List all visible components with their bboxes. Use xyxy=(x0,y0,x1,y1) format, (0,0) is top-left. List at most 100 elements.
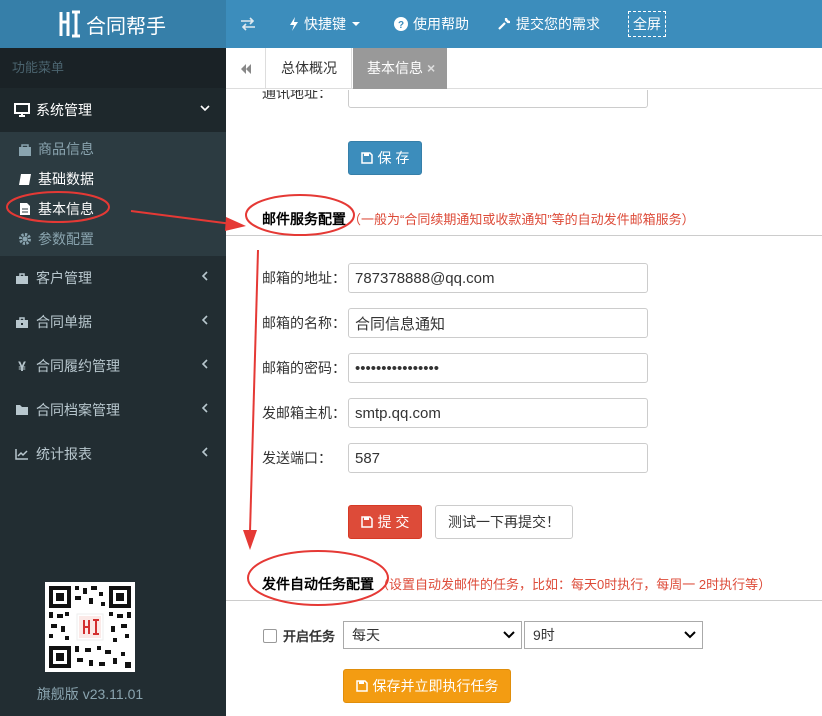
chevron-left-icon xyxy=(201,271,208,281)
address-input[interactable] xyxy=(348,90,648,108)
address-row: 通讯地址： xyxy=(262,90,648,108)
help-label: 使用帮助 xyxy=(413,16,469,32)
sidebar-item-system[interactable]: 系统管理 xyxy=(0,88,226,132)
field-label: 发送端口： xyxy=(262,450,332,466)
field-label: 发邮箱主机： xyxy=(262,405,346,421)
hour-value: 9时 xyxy=(533,627,555,643)
sidebar-subitem-basic-info[interactable]: 基本信息 xyxy=(0,194,226,224)
top-bar: 合同帮手 快捷键 ? 使用帮助 提交您的需求 全屏 xyxy=(0,0,822,48)
help-link[interactable]: ? 使用帮助 xyxy=(380,0,483,48)
sidebar-item-label: 合同档案管理 xyxy=(36,402,120,418)
mail-section-note: （一般为“合同续期通知或收款通知”等的自动发件邮箱服务） xyxy=(348,212,695,227)
task-section-title: 发件自动任务配置 （设置自动发邮件的任务，比如：每天0时执行，每周一 2时执行等） xyxy=(262,574,771,594)
sidebar-item-reports[interactable]: 统计报表 xyxy=(0,432,226,476)
sidebar-item-label: 客户管理 xyxy=(36,270,92,286)
chevron-down-icon xyxy=(200,105,210,112)
save-icon xyxy=(360,516,373,528)
mail-name-input[interactable]: 合同信息通知 xyxy=(348,308,648,338)
exchange-icon xyxy=(241,17,255,31)
gear-icon xyxy=(18,232,32,246)
chevron-down-icon xyxy=(503,631,515,639)
checkbox-box[interactable] xyxy=(263,628,277,643)
system-submenu: 商品信息 基础数据 基本信息 参数配置 xyxy=(0,132,226,256)
mail-password-row: 邮箱的密码： •••••••••••••••• xyxy=(262,353,648,383)
sidebar-header: 功能菜单 xyxy=(0,48,226,88)
svg-text:?: ? xyxy=(398,20,404,31)
sidebar-subitem-products[interactable]: 商品信息 xyxy=(0,134,226,164)
divider xyxy=(226,600,822,601)
submit-button-label: 提 交 xyxy=(377,514,410,530)
sidebar-item-label: 统计报表 xyxy=(36,446,92,462)
sidebar-subitem-label: 基础数据 xyxy=(38,171,94,187)
question-circle-icon: ? xyxy=(394,17,408,31)
submit-button[interactable]: 提 交 xyxy=(348,505,422,539)
app-title: 合同帮手 xyxy=(86,15,166,38)
enable-task-label: 开启任务 xyxy=(283,629,336,644)
folder-icon xyxy=(14,402,30,418)
sidebar-toggle-button[interactable] xyxy=(226,0,275,48)
sidebar-item-label: 合同履约管理 xyxy=(36,358,120,374)
smtp-port-input[interactable]: 587 xyxy=(348,443,648,473)
hour-select[interactable]: 9时 xyxy=(524,621,703,649)
tab-bar: 总体概况 基本信息 × xyxy=(226,48,822,89)
sidebar-item-contracts[interactable]: 合同单据 xyxy=(0,300,226,344)
save-button-label: 保 存 xyxy=(377,150,410,166)
field-label: 邮箱的密码： xyxy=(262,360,346,376)
tab-label: 基本信息 xyxy=(367,60,423,76)
chevron-down-icon xyxy=(684,631,696,639)
suitcase-icon xyxy=(14,314,30,330)
logo-icon xyxy=(59,10,80,38)
mail-address-input[interactable]: 787378888@qq.com xyxy=(348,263,648,293)
field-label: 邮箱的名称： xyxy=(262,315,346,331)
sidebar-item-customers[interactable]: 客户管理 xyxy=(0,256,226,300)
caret-down-icon xyxy=(352,22,360,26)
chevron-left-icon xyxy=(201,447,208,457)
smtp-host-input[interactable]: smtp.qq.com xyxy=(348,398,648,428)
top-nav: 快捷键 ? 使用帮助 提交您的需求 全屏 xyxy=(226,0,680,48)
shortcuts-menu[interactable]: 快捷键 xyxy=(275,0,380,48)
request-link[interactable]: 提交您的需求 xyxy=(483,0,614,48)
shortcuts-label: 快捷键 xyxy=(304,16,346,32)
close-icon[interactable]: × xyxy=(427,60,435,76)
line-chart-icon xyxy=(14,446,30,462)
enable-task-checkbox[interactable]: 开启任务 xyxy=(263,626,335,645)
version-label: 旗舰版 v23.11.01 xyxy=(36,686,144,702)
smtp-port-row: 发送端口： 587 xyxy=(262,443,648,473)
save-and-run-button[interactable]: 保存并立即执行任务 xyxy=(343,669,511,703)
test-button[interactable]: 测试一下再提交！ xyxy=(435,505,573,539)
sidebar-item-fulfillment[interactable]: ¥ 合同履约管理 xyxy=(0,344,226,388)
tab-scroll-left-button[interactable] xyxy=(226,48,266,89)
request-label: 提交您的需求 xyxy=(516,16,600,32)
briefcase-icon xyxy=(14,270,30,286)
bolt-icon xyxy=(290,17,298,31)
tab-basic-info[interactable]: 基本信息 × xyxy=(353,48,447,89)
sidebar-subitem-settings[interactable]: 参数配置 xyxy=(0,224,226,254)
address-label: 通讯地址： xyxy=(262,90,332,101)
save-button[interactable]: 保 存 xyxy=(348,141,422,175)
task-section-note: （设置自动发邮件的任务，比如：每天0时执行，每周一 2时执行等） xyxy=(376,577,772,592)
save-icon xyxy=(355,680,368,692)
yen-icon: ¥ xyxy=(18,358,26,374)
wrench-icon xyxy=(498,17,511,30)
mail-password-input[interactable]: •••••••••••••••• xyxy=(348,353,648,383)
desktop-icon xyxy=(14,102,30,118)
mail-section-heading: 邮件服务配置 xyxy=(262,211,346,227)
main-content: 通讯地址： 保 存 邮件服务配置 （一般为“合同续期通知或收款通知”等的自动发件邮… xyxy=(226,90,822,716)
sidebar-subitem-basic-data[interactable]: 基础数据 xyxy=(0,164,226,194)
double-chevron-left-icon xyxy=(240,63,251,74)
save-and-run-label: 保存并立即执行任务 xyxy=(372,678,499,694)
frequency-value: 每天 xyxy=(352,627,380,643)
chevron-left-icon xyxy=(201,403,208,413)
qr-code xyxy=(45,582,135,672)
mail-address-row: 邮箱的地址： 787378888@qq.com xyxy=(262,263,648,293)
divider xyxy=(226,235,822,236)
sidebar-item-label: 合同单据 xyxy=(36,314,92,330)
sidebar-item-archives[interactable]: 合同档案管理 xyxy=(0,388,226,432)
tab-overview[interactable]: 总体概况 xyxy=(267,48,352,89)
fullscreen-button[interactable]: 全屏 xyxy=(614,0,680,48)
chevron-left-icon xyxy=(201,359,208,369)
file-icon xyxy=(18,202,32,216)
app-logo[interactable]: 合同帮手 xyxy=(0,0,226,48)
sidebar-subitem-label: 基本信息 xyxy=(38,201,94,217)
frequency-select[interactable]: 每天 xyxy=(343,621,522,649)
